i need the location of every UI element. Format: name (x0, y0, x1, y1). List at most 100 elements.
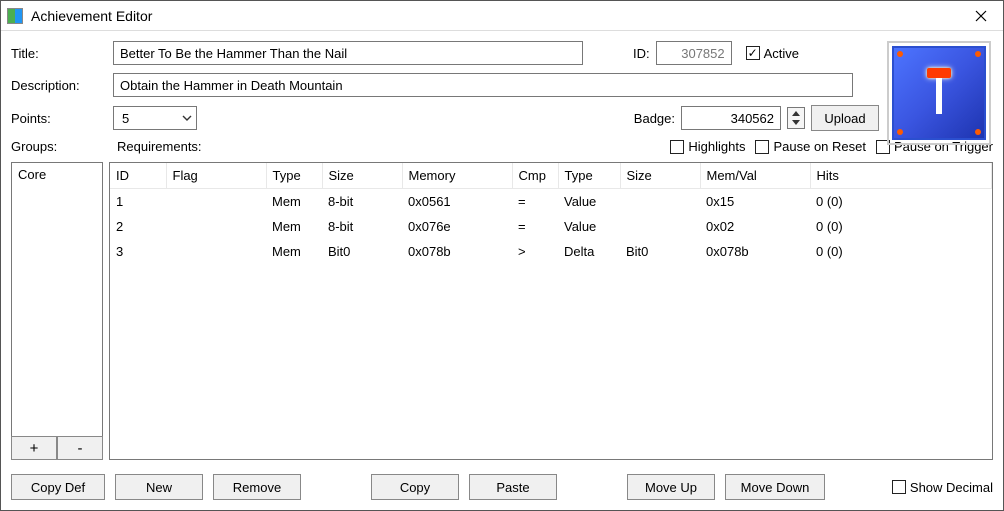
cell-type1[interactable]: Mem (266, 189, 322, 215)
check-icon (670, 140, 684, 154)
description-input[interactable] (113, 73, 853, 97)
pause-reset-label: Pause on Reset (773, 139, 866, 154)
new-button[interactable]: New (115, 474, 203, 500)
cell-memval[interactable]: 0x15 (700, 189, 810, 215)
table-row[interactable]: 2 Mem8-bit0x076e=Value 0x020 (0) (110, 214, 992, 239)
badge-input[interactable] (681, 106, 781, 130)
table-row[interactable]: 3MemBit00x078b>DeltaBit00x078b0 (0) (110, 239, 992, 264)
col-flag[interactable]: Flag (166, 163, 266, 189)
groups-panel: Core + - (11, 162, 103, 460)
copydef-button[interactable]: Copy Def (11, 474, 105, 500)
requirements-grid[interactable]: ID Flag Type Size Memory Cmp Type Size M… (109, 162, 993, 460)
cell-type2[interactable]: Value (558, 189, 620, 215)
cell-size2[interactable] (620, 189, 700, 215)
cell-memory[interactable]: 0x078b (402, 239, 512, 264)
cell-memory[interactable]: 0x076e (402, 214, 512, 239)
check-icon (755, 140, 769, 154)
moveup-button[interactable]: Move Up (627, 474, 715, 500)
header-row: ID Flag Type Size Memory Cmp Type Size M… (110, 163, 992, 189)
col-hits[interactable]: Hits (810, 163, 992, 189)
groups-list[interactable]: Core (11, 162, 103, 436)
id-label: ID: (633, 46, 650, 61)
group-item[interactable]: Core (12, 163, 102, 186)
col-type1[interactable]: Type (266, 163, 322, 189)
show-decimal-checkbox[interactable]: Show Decimal (892, 480, 993, 495)
points-row: Points: 5 Badge: Upload (11, 105, 993, 131)
copy-button[interactable]: Copy (371, 474, 459, 500)
window-title: Achievement Editor (31, 8, 152, 24)
cell-size2[interactable]: Bit0 (620, 239, 700, 264)
title-input[interactable] (113, 41, 583, 65)
active-checkbox[interactable]: Active (746, 46, 799, 61)
chevron-down-icon (182, 113, 192, 123)
cell-flag[interactable] (166, 214, 266, 239)
cell-id[interactable]: 2 (110, 214, 166, 239)
hammer-icon (927, 68, 951, 114)
spin-up-icon[interactable] (788, 108, 804, 118)
badge-image-frame (887, 41, 991, 145)
cell-cmp[interactable]: > (512, 239, 558, 264)
title-label: Title: (11, 46, 107, 61)
cell-flag[interactable] (166, 189, 266, 215)
app-icon (7, 8, 23, 24)
cell-cmp[interactable]: = (512, 189, 558, 215)
check-icon (892, 480, 906, 494)
cell-memory[interactable]: 0x0561 (402, 189, 512, 215)
col-id[interactable]: ID (110, 163, 166, 189)
groups-label: Groups: (11, 139, 107, 154)
cell-memval[interactable]: 0x02 (700, 214, 810, 239)
col-type2[interactable]: Type (558, 163, 620, 189)
window-frame: Achievement Editor Title: ID: Active Des… (0, 0, 1004, 511)
upload-button[interactable]: Upload (811, 105, 879, 131)
badge-image (892, 46, 986, 140)
col-size1[interactable]: Size (322, 163, 402, 189)
cell-hits[interactable]: 0 (0) (810, 214, 992, 239)
col-cmp[interactable]: Cmp (512, 163, 558, 189)
cell-hits[interactable]: 0 (0) (810, 239, 992, 264)
cell-type1[interactable]: Mem (266, 214, 322, 239)
requirements-panel: ID Flag Type Size Memory Cmp Type Size M… (109, 162, 993, 460)
cell-type2[interactable]: Value (558, 214, 620, 239)
highlights-label: Highlights (688, 139, 745, 154)
paste-button[interactable]: Paste (469, 474, 557, 500)
check-icon (746, 46, 760, 60)
description-label: Description: (11, 78, 107, 93)
requirements-label: Requirements: (117, 139, 202, 154)
cell-flag[interactable] (166, 239, 266, 264)
groups-area: Core + - ID (11, 162, 993, 460)
cell-size1[interactable]: 8-bit (322, 189, 402, 215)
id-field (656, 41, 732, 65)
midrow: Groups: Requirements: Highlights Pause o… (11, 139, 993, 154)
cell-size1[interactable]: 8-bit (322, 214, 402, 239)
points-label: Points: (11, 111, 107, 126)
col-size2[interactable]: Size (620, 163, 700, 189)
add-group-button[interactable]: + (11, 436, 57, 460)
cell-cmp[interactable]: = (512, 214, 558, 239)
cell-size2[interactable] (620, 214, 700, 239)
close-icon (975, 10, 987, 22)
footer-row: Copy Def New Remove Copy Paste Move Up M… (11, 474, 993, 500)
description-row: Description: (11, 73, 993, 97)
remove-group-button[interactable]: - (57, 436, 103, 460)
close-button[interactable] (959, 1, 1003, 30)
cell-memval[interactable]: 0x078b (700, 239, 810, 264)
points-value: 5 (122, 111, 129, 126)
cell-id[interactable]: 3 (110, 239, 166, 264)
badge-label: Badge: (634, 111, 675, 126)
pause-reset-checkbox[interactable]: Pause on Reset (755, 139, 866, 154)
cell-size1[interactable]: Bit0 (322, 239, 402, 264)
highlights-checkbox[interactable]: Highlights (670, 139, 745, 154)
col-memory[interactable]: Memory (402, 163, 512, 189)
cell-hits[interactable]: 0 (0) (810, 189, 992, 215)
remove-button[interactable]: Remove (213, 474, 301, 500)
spin-down-icon[interactable] (788, 118, 804, 128)
cell-id[interactable]: 1 (110, 189, 166, 215)
cell-type1[interactable]: Mem (266, 239, 322, 264)
cell-type2[interactable]: Delta (558, 239, 620, 264)
col-memval[interactable]: Mem/Val (700, 163, 810, 189)
points-select[interactable]: 5 (113, 106, 197, 130)
badge-spinner[interactable] (787, 107, 805, 129)
title-row: Title: ID: Active (11, 41, 993, 65)
table-row[interactable]: 1 Mem8-bit0x0561=Value 0x150 (0) (110, 189, 992, 215)
movedown-button[interactable]: Move Down (725, 474, 825, 500)
